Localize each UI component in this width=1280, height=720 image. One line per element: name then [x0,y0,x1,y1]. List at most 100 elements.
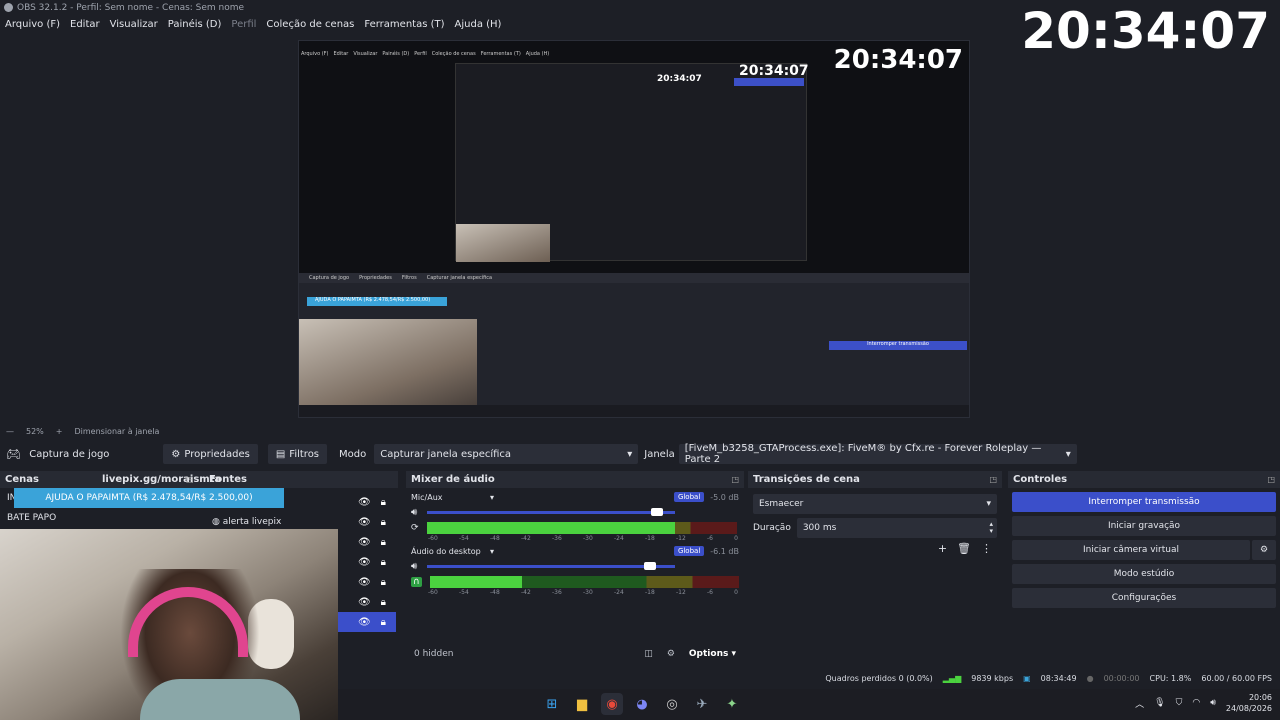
taskbar-icons: ⊞ ▆ ◉ ◕ ◎ ✈ ✦ [541,693,743,715]
global-badge[interactable]: Global [673,492,705,502]
lock-icon[interactable]: 🔒︎ [381,617,386,628]
shield-icon[interactable]: ⛉ [1176,698,1183,708]
monitor-icon[interactable]: ⟳ [411,523,419,533]
menu-visualizar[interactable]: Visualizar [110,19,158,30]
nested-menu: Arquivo (F) Editar Visualizar Painéis (D) Pe… [301,51,550,57]
menu-ajuda[interactable]: Ajuda (H) [455,19,502,30]
duration-input[interactable]: 300 ms ▴ ▾ [796,518,997,538]
mode-select[interactable]: Capturar janela específica ▾ [374,444,639,464]
preview-canvas[interactable]: Arquivo (F) Editar Visualizar Painéis (D) Pe… [298,40,970,418]
tray-date: 24/08/2026 [1225,704,1272,713]
lock-icon[interactable]: 🔒︎ [381,597,386,608]
global-badge[interactable]: Global [673,546,705,556]
undock-icon[interactable]: ◳ [989,475,997,484]
chrome-icon[interactable]: ◉ [601,693,623,715]
layout-toggle-icon[interactable]: ◫ [644,649,653,659]
obs-icon[interactable]: ◎ [661,693,683,715]
volume-slider[interactable] [427,507,676,516]
eye-icon[interactable]: 👁︎ [358,577,371,588]
eye-icon[interactable]: 👁︎ [358,517,371,528]
settings-button[interactable]: Configurações [1012,588,1276,608]
start-virtual-camera-button[interactable]: Iniciar câmera virtual [1012,540,1250,560]
window-value: [FiveM_b3258_GTAProcess.exe]: FiveM® by … [684,443,1042,465]
menu-editar[interactable]: Editar [70,19,100,30]
source-name: Captura de jogo [29,448,110,460]
eye-icon[interactable]: 👁︎ [358,537,371,548]
zoom-out-button[interactable]: — [6,427,14,436]
scene-item-bate-papo[interactable]: BATE PAPO [0,508,200,528]
blanket [140,679,300,720]
preview-area[interactable]: Arquivo (F) Editar Visualizar Painéis (D) Pe… [0,33,1280,423]
db-readout: -6.1 dB [710,546,739,556]
options-button[interactable]: Options ▾ [689,649,736,659]
eye-icon[interactable]: 👁︎ [358,497,371,508]
undock-icon[interactable]: ◳ [731,475,739,484]
webcam-overlay [0,529,338,720]
zoom-in-button[interactable]: + [56,427,63,436]
stream-icon: ▣ [1023,673,1031,683]
game-icon[interactable]: ✦ [721,693,743,715]
lock-icon[interactable]: 🔒︎ [381,577,386,588]
transitions-title: Transições de cena [753,474,860,485]
lock-icon[interactable]: 🔒︎ [381,537,386,548]
microphone-icon[interactable]: 🎙︎ [1154,698,1165,708]
stop-stream-button[interactable]: Interromper transmissão [1012,492,1276,512]
globe-icon: ◍ [212,517,220,527]
resize-to-window[interactable]: Dimensionar à janela [74,427,159,436]
transition-select[interactable]: Esmaecer ▾ [753,494,997,514]
trash-icon[interactable]: 🗑︎ [957,542,971,555]
volume-icon[interactable]: 🔊︎ [1210,698,1216,708]
menu-ferramentas[interactable]: Ferramentas (T) [364,19,444,30]
source-item[interactable]: 👁︎ 🔒︎ [200,492,396,512]
properties-button[interactable]: ⚙ Propriedades [163,444,258,464]
speaker-icon[interactable]: 🔊︎ [411,507,417,518]
more-icon[interactable]: ⋮ [981,542,992,555]
steam-icon[interactable]: ✈ [691,693,713,715]
chevron-down-icon[interactable]: ▾ [490,493,494,502]
eye-icon[interactable]: 👁︎ [358,557,371,568]
gamepad-icon: 🎮︎ [6,447,22,461]
nested-clock-2: 20:34:07 [739,63,809,79]
speaker-icon[interactable]: 🔊︎ [411,561,417,572]
chevron-up-icon[interactable]: ︿ [1135,697,1144,710]
eye-icon[interactable]: 👁︎ [358,597,371,608]
nested-clock-3: 20:34:07 [657,74,702,84]
wifi-icon[interactable]: ◠ [1192,698,1200,708]
level-meter [426,522,737,534]
volume-knob[interactable] [644,561,657,570]
lock-icon[interactable]: 🔒︎ [381,517,386,528]
add-icon[interactable]: + [938,542,947,555]
start-recording-button[interactable]: Iniciar gravação [1012,516,1276,536]
livepix-tag: livepix.gg/moraismta [102,474,222,485]
signal-icon: ▂▄▆ [942,673,962,683]
spinner-icon[interactable]: ▴ ▾ [989,521,993,535]
zoom-row: — 52% + Dimensionar à janela [0,423,1280,439]
window-title: OBS 32.1.2 - Perfil: Sem nome - Cenas: S… [17,2,245,13]
studio-mode-button[interactable]: Modo estúdio [1012,564,1276,584]
clock[interactable]: 20:06 24/08/2026 [1226,692,1272,714]
windows-start-icon[interactable]: ⊞ [541,693,563,715]
undock-icon[interactable]: ◳ [1267,475,1275,484]
filters-button[interactable]: ▤ Filtros [267,444,328,464]
gear-icon: ⚙ [171,448,181,460]
window-select[interactable]: [FiveM_b3258_GTAProcess.exe]: FiveM® by … [678,443,1077,465]
lock-icon[interactable]: 🔒︎ [381,497,386,508]
status-bar: Quadros perdidos 0 (0.0%) ▂▄▆ 9839 kbps … [340,669,1280,687]
volume-slider[interactable] [427,561,676,570]
eye-icon[interactable]: 👁︎ [358,617,371,628]
lock-icon[interactable]: 🔒︎ [381,557,386,568]
volume-knob[interactable] [651,507,664,516]
discord-icon[interactable]: ◕ [631,693,653,715]
mixer-settings-icon[interactable]: ⚙ [667,649,675,659]
chevron-down-icon[interactable]: ▾ [490,547,494,556]
menu-arquivo[interactable]: Arquivo (F) [5,19,60,30]
headphones-icon[interactable]: ∩ [411,577,422,587]
menu-colecao-cenas[interactable]: Coleção de cenas [266,19,354,30]
close-icon[interactable]: ◳ [186,475,194,484]
filters-label: Filtros [289,448,320,460]
menu-paineis[interactable]: Painéis (D) [168,19,222,30]
file-explorer-icon[interactable]: ▆ [571,693,593,715]
menu-perfil[interactable]: Perfil [231,19,256,30]
virtual-camera-settings-icon[interactable]: ⚙ [1252,540,1276,560]
dock-title-controls: Controles ◳ [1008,471,1280,488]
